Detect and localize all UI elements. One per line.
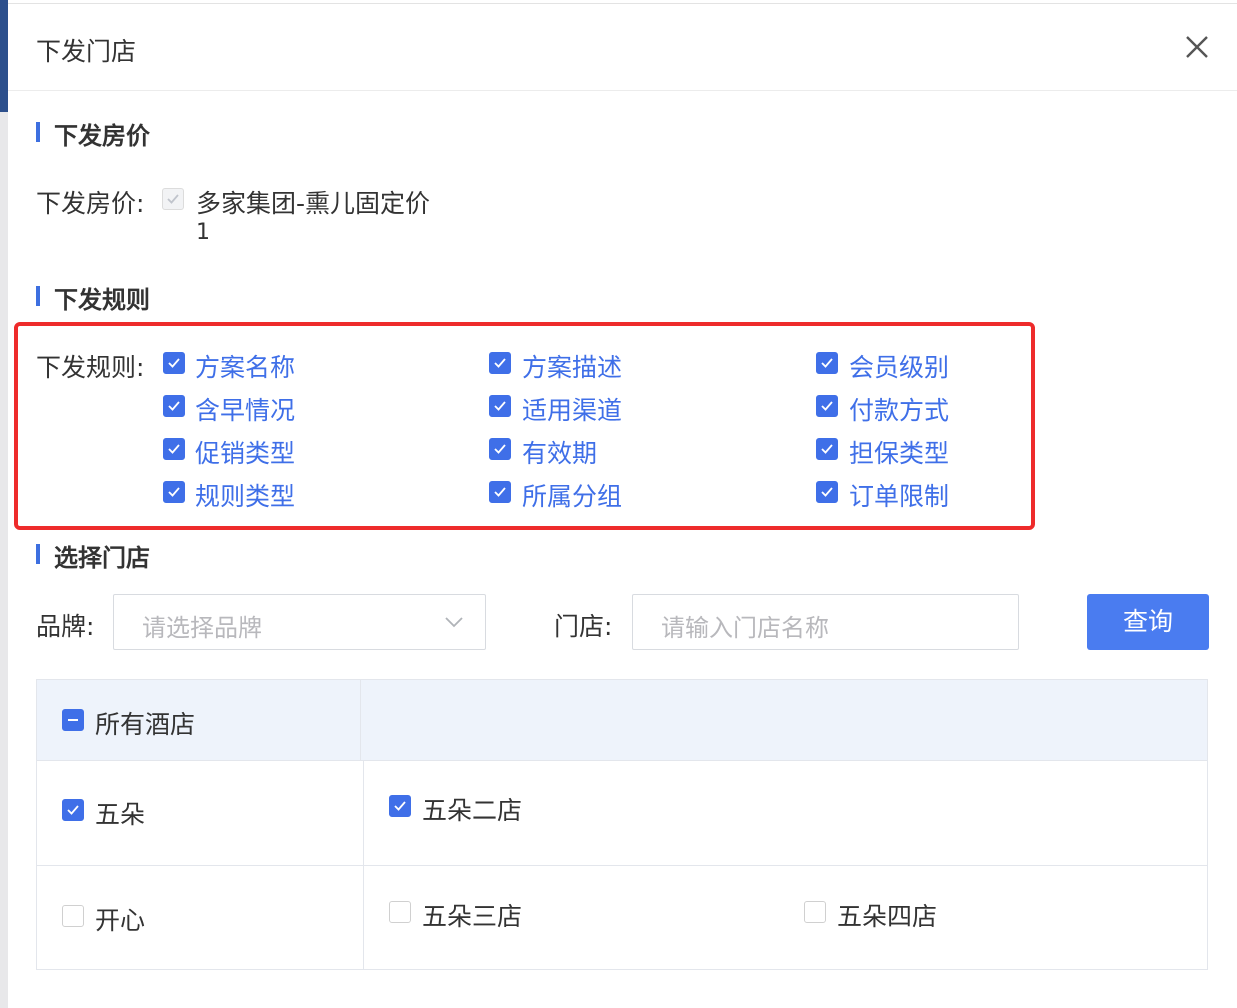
rule-checkbox[interactable] bbox=[816, 395, 838, 417]
store-checkbox[interactable] bbox=[804, 901, 826, 923]
column-divider bbox=[360, 680, 361, 760]
rule-checkbox[interactable] bbox=[163, 481, 185, 503]
rule-label: 有效期 bbox=[522, 439, 598, 468]
store-name: 五朵三店 bbox=[422, 902, 523, 931]
background-overlay-strip bbox=[0, 0, 8, 1008]
rule-label: 付款方式 bbox=[849, 396, 950, 425]
rule-checkbox[interactable] bbox=[816, 438, 838, 460]
rule-checkbox[interactable] bbox=[489, 395, 511, 417]
brand-checkbox[interactable] bbox=[62, 799, 84, 821]
brand-checkbox[interactable] bbox=[62, 905, 84, 927]
store-name: 五朵二店 bbox=[422, 796, 523, 825]
rule-checkbox[interactable] bbox=[489, 352, 511, 374]
section-marker bbox=[36, 544, 40, 564]
price-item-name-cont: 1 bbox=[196, 220, 210, 245]
brand-select-placeholder: 请选择品牌 bbox=[142, 614, 262, 642]
chevron-down-icon bbox=[445, 617, 463, 628]
background-overlay-accent bbox=[0, 0, 8, 112]
query-button[interactable]: 查询 bbox=[1087, 594, 1209, 650]
rule-checkbox[interactable] bbox=[163, 352, 185, 374]
brand-select[interactable]: 请选择品牌 bbox=[113, 594, 486, 650]
store-name: 五朵四店 bbox=[837, 902, 938, 931]
store-table: 所有酒店 五朵 五朵二店 开心 五朵三店 五朵四店 bbox=[36, 679, 1208, 970]
section-heading-price: 下发房价 bbox=[54, 122, 150, 150]
section-marker bbox=[36, 122, 40, 142]
select-all-checkbox[interactable] bbox=[62, 709, 84, 731]
section-heading-stores: 选择门店 bbox=[54, 544, 150, 572]
section-heading-rules: 下发规则 bbox=[54, 286, 150, 314]
store-search-placeholder: 请输入门店名称 bbox=[661, 614, 829, 642]
rule-label: 会员级别 bbox=[849, 353, 950, 382]
store-checkbox[interactable] bbox=[389, 795, 411, 817]
store-checkbox[interactable] bbox=[389, 901, 411, 923]
rule-label: 订单限制 bbox=[849, 482, 950, 511]
rule-label: 所属分组 bbox=[522, 482, 623, 511]
rule-label: 适用渠道 bbox=[522, 396, 623, 425]
rule-label: 担保类型 bbox=[849, 439, 950, 468]
rule-label: 方案描述 bbox=[522, 353, 623, 382]
brand-label: 品牌: bbox=[36, 612, 95, 641]
rule-label: 方案名称 bbox=[195, 353, 296, 382]
store-label: 门店: bbox=[554, 612, 613, 641]
section-marker bbox=[36, 286, 40, 306]
rule-checkbox[interactable] bbox=[489, 481, 511, 503]
rule-checkbox[interactable] bbox=[816, 352, 838, 374]
distribute-store-dialog: 下发门店 下发房价 下发房价: 多家集团-熏儿固定价 1 下发规则 下发规则: … bbox=[8, 4, 1237, 1008]
rule-checkbox[interactable] bbox=[163, 395, 185, 417]
brand-name: 五朵 bbox=[95, 800, 146, 829]
rule-label: 促销类型 bbox=[195, 439, 296, 468]
brand-name: 开心 bbox=[95, 906, 146, 935]
all-hotels-label: 所有酒店 bbox=[95, 710, 196, 739]
table-header-row: 所有酒店 bbox=[37, 680, 1207, 761]
rule-checkbox[interactable] bbox=[489, 438, 511, 460]
price-label: 下发房价: bbox=[36, 189, 145, 218]
close-icon[interactable] bbox=[1182, 32, 1212, 62]
rule-checkbox[interactable] bbox=[816, 481, 838, 503]
price-item-name: 多家集团-熏儿固定价 bbox=[196, 189, 431, 218]
rule-label: 规则类型 bbox=[195, 482, 296, 511]
rule-label: 含早情况 bbox=[195, 396, 296, 425]
dialog-header: 下发门店 bbox=[8, 4, 1237, 91]
row-divider bbox=[37, 865, 1207, 866]
price-checkbox[interactable] bbox=[162, 188, 184, 210]
rules-label: 下发规则: bbox=[36, 353, 145, 382]
rule-checkbox[interactable] bbox=[163, 438, 185, 460]
dialog-title: 下发门店 bbox=[36, 37, 137, 66]
store-search-input[interactable]: 请输入门店名称 bbox=[632, 594, 1019, 650]
